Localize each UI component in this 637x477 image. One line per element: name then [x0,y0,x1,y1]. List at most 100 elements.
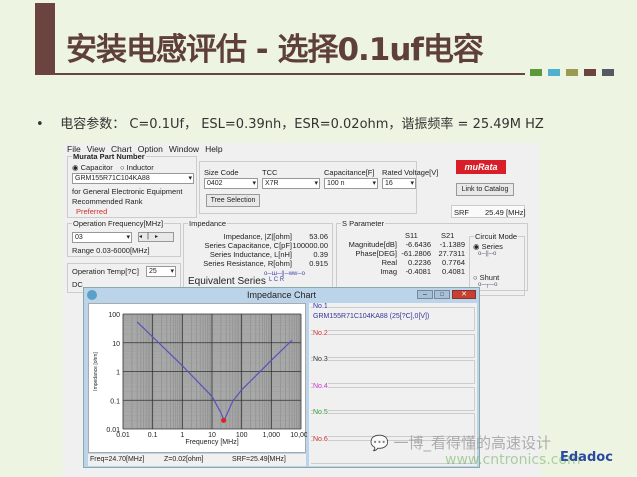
s11-value: -6.6436 [405,240,431,249]
legend-slot-label: No.1 [313,303,328,310]
maximize-button[interactable]: □ [434,290,450,299]
capacitance-select[interactable]: 100 n [324,178,378,189]
group-label: Murata Part Number [73,152,145,161]
legend-slot[interactable]: No.1 GRM155R71C104KA88 (25[?C],0[V]) [311,303,475,331]
accent-square [584,69,596,76]
status-srf: SRF=25.49[MHz] [232,456,286,463]
voltage-select[interactable]: 16 [382,178,416,189]
legend-slot-label: No.4 [313,382,328,390]
legend-entry: GRM155R71C104KA88 (25[?C],0[V]) [313,313,430,320]
y-tick-label: 10 [112,341,120,348]
y-tick-label: 0.1 [110,398,120,405]
radio-shunt[interactable]: ○ Shunt [473,273,499,282]
dc-bias-label: DC [72,280,83,289]
x-tick-label: 1,000 [263,432,281,439]
minimize-button[interactable]: – [417,290,433,299]
menu-help[interactable]: Help [205,144,222,154]
inductance-value: 0.39 [313,250,328,259]
legend-slot[interactable]: No.3 [311,356,475,384]
sparam-row-label: Imag [380,267,397,276]
status-impedance: Z=0.02[ohm] [164,456,204,463]
impedance-group: Impedance Impedance, |Z|[ohm] 53.06 Serie… [183,219,333,291]
part-description: for General Electronic Equipment [72,187,183,196]
tcc-label: TCC [262,168,278,177]
voltage-label: Rated Voltage[V] [382,168,439,177]
spec-group: Size Code 0402 TCC X7R Capacitance[F] 10… [199,161,438,214]
y-tick-label: 1 [116,370,120,377]
title-divider [35,73,525,75]
slide-title: 安装电感评估 - 选择0.1uf电容 [66,32,484,68]
size-code-select[interactable]: 0402 [204,178,258,189]
s21-value: 0.4081 [442,267,465,276]
group-label: Operation Frequency[MHz] [73,219,164,228]
s11-value: -0.4081 [405,267,431,276]
legend-slot-label: No.5 [313,409,328,416]
legend-slot[interactable]: No.2 [311,329,475,358]
x-tick-label: 0.1 [148,432,158,439]
frequency-input[interactable]: 03 [72,232,132,243]
group-label: Impedance [189,219,227,228]
watermark-text: 💬 一博_看得懂的高速设计 [370,434,551,452]
resistance-label: Series Resistance, R[ohm] [203,259,292,268]
group-label: Circuit Mode [475,232,518,241]
status-frequency: Freq=24.70[MHz] [90,456,145,463]
temp-input[interactable]: 25 [146,266,176,277]
chart-area: 0.010.11101001,00010,0001001010.10.01Fre… [88,303,312,454]
sparam-row-label: Phase[DEG] [355,249,397,258]
accent-square [530,69,542,76]
rank-label: Recommended Rank [72,197,143,206]
x-tick-label: 100 [236,432,248,439]
capacitance-label: Series Capacitance, C[pF] [204,241,292,250]
x-tick-label: 1 [180,432,184,439]
bullet-item: • 电容参数： C=0.1Uf， ESL=0.39nh，ESR=0.02ohm，… [36,117,544,132]
radio-series[interactable]: ◉ Series [473,242,503,251]
sparam-row-label: Magnitude[dB] [348,240,397,249]
radio-capacitor[interactable]: ◉ Capacitor [72,163,113,172]
series-circuit-icon: o─||─o [478,251,497,257]
x-axis-label: Frequency [MHz] [185,439,238,446]
title-accent-bar [35,3,55,73]
s-parameter-group: S Parameter S11 S21 Magnitude[dB] -6.643… [336,219,528,296]
edadoc-logo: Edadoc [560,450,613,465]
window-title: Impedance Chart [246,290,317,300]
x-tick-label: 10,000 [290,432,307,439]
radio-inductor[interactable]: ○ Inductor [120,163,154,172]
shunt-circuit-icon: o─┬─o [478,282,498,288]
s11-value: -61.2806 [401,249,431,258]
capacitance-value: 100000.00 [292,241,328,250]
impedance-label: Impedance, |Z|[ohm] [223,232,292,241]
s21-value: -1.1389 [439,240,465,249]
temp-label: Operation Temp[?C] [72,267,139,276]
close-button[interactable]: ✕ [452,290,476,299]
s21-value: 0.7764 [442,258,465,267]
s21-header: S21 [441,231,455,240]
murata-logo: muRata [456,160,506,174]
capacitance-label: Capacitance[F] [324,168,375,177]
tcc-select[interactable]: X7R [262,178,320,189]
accent-square [602,69,614,76]
link-to-catalog-button[interactable]: Link to Catalog [456,183,514,196]
y-axis-label: Impedance [ohm] [93,352,99,391]
impedance-plot[interactable]: 0.010.11101001,00010,0001001010.10.01Fre… [89,304,312,454]
part-number-select[interactable]: GRM155R71C104KA88 [72,173,194,184]
legend-slot[interactable]: No.4 [311,382,475,411]
legend-slot-label: No.6 [313,435,328,443]
srf-unit: [MHz] [506,208,526,217]
group-label: S Parameter [342,219,385,228]
s11-value: 0.2236 [408,258,431,267]
size-code-label: Size Code [204,168,239,177]
resistance-value: 0.915 [309,259,328,268]
tree-selection-button[interactable]: Tree Selection [206,194,260,207]
murata-app-window: File View Chart Option Window Help Murata Par… [63,143,540,477]
frequency-group: Operation Frequency[MHz] 03 ◂ ▕ ▸ Range … [67,219,181,257]
equivalent-series-label: Equivalent Series [188,276,266,287]
frequency-slider[interactable]: ◂ ▕ ▸ [138,232,174,242]
legend-slot-label: No.2 [313,329,328,337]
s21-value: 27.7311 [438,249,465,258]
srf-label: SRF [454,208,469,217]
srf-marker [221,417,227,423]
srf-display: SRF 25.49 [MHz] [451,205,526,218]
equivalent-circuit-icon: o─ꟺ─||─ww─o L C R [264,271,305,283]
impedance-value: 53.06 [309,232,328,241]
accent-square [548,69,560,76]
